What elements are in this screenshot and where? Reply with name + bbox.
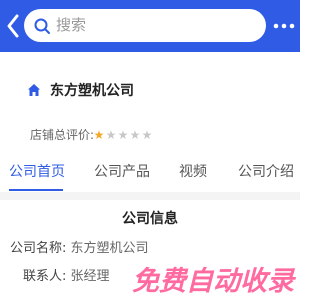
tab-home[interactable]: 公司首页 bbox=[9, 163, 65, 181]
rating-stars: ★ ★ ★ ★ ★ bbox=[93, 128, 153, 142]
info-value: 东方塑机公司 bbox=[70, 241, 149, 256]
star-icon: ★ bbox=[93, 128, 105, 142]
star-icon: ★ bbox=[141, 128, 153, 142]
watermark-text: 免费自动收录 bbox=[132, 266, 297, 297]
info-key: 联系人: bbox=[23, 269, 67, 284]
watermark: 免费自动收录 bbox=[131, 265, 298, 299]
home-icon bbox=[28, 84, 40, 96]
tab-video[interactable]: 视频 bbox=[179, 163, 207, 181]
tab-bar: 公司首页 公司产品 视频 公司介绍 bbox=[0, 152, 300, 192]
info-title: 公司信息 bbox=[122, 211, 178, 227]
company-header: 东方塑机公司 店铺总评价: ★ ★ ★ ★ ★ bbox=[0, 52, 300, 152]
search-placeholder: 搜索 bbox=[56, 16, 87, 34]
rating-label: 店铺总评价: bbox=[30, 128, 95, 142]
tab-intro[interactable]: 公司介绍 bbox=[238, 163, 294, 181]
top-bar: 搜索 bbox=[0, 0, 300, 52]
company-name: 东方塑机公司 bbox=[50, 83, 134, 99]
star-icon: ★ bbox=[105, 128, 117, 142]
section-divider bbox=[0, 192, 300, 200]
info-row-contact: 联系人: 张经理 bbox=[23, 268, 110, 285]
info-key: 公司名称: bbox=[10, 241, 67, 256]
active-tab-indicator bbox=[9, 189, 63, 191]
tab-products[interactable]: 公司产品 bbox=[94, 163, 150, 181]
search-box[interactable]: 搜索 bbox=[24, 9, 266, 42]
back-arrow-icon[interactable] bbox=[4, 12, 22, 40]
more-dots-icon[interactable] bbox=[272, 19, 296, 33]
star-icon: ★ bbox=[117, 128, 129, 142]
search-icon bbox=[34, 18, 50, 34]
star-icon: ★ bbox=[129, 128, 141, 142]
info-value: 张经理 bbox=[70, 269, 110, 284]
info-row-company: 公司名称: 东方塑机公司 bbox=[10, 240, 149, 257]
